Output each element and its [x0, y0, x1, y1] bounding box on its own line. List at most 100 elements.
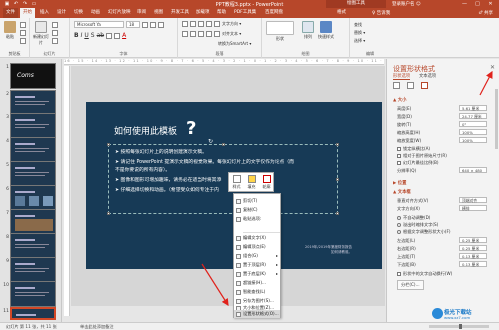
pane-scrollbar[interactable] — [495, 89, 498, 149]
zoom-slider-knob[interactable] — [459, 324, 462, 329]
underline-icon[interactable]: U — [84, 32, 88, 39]
slide-thumbnail[interactable] — [10, 161, 56, 187]
clear-format-icon[interactable] — [158, 21, 164, 28]
font-size-dropdown[interactable]: 18 — [126, 21, 140, 28]
columns-icon[interactable] — [214, 31, 220, 37]
resize-handle[interactable] — [336, 212, 339, 215]
zoom-slider[interactable] — [429, 324, 489, 329]
user-account[interactable]: 登录账户名 ☺ — [392, 1, 421, 7]
numbering-icon[interactable] — [190, 21, 196, 27]
width-input[interactable]: 24.77 厘米 — [459, 113, 487, 119]
increase-indent-icon[interactable] — [206, 21, 212, 27]
tab-addins[interactable]: 加载项 — [193, 8, 213, 18]
smartart-button[interactable]: 转换为SmartArt ▾ — [218, 41, 251, 47]
tab-review[interactable]: 审阅 — [134, 8, 149, 18]
decrease-indent-icon[interactable] — [198, 21, 204, 27]
no-autofit-radio[interactable]: 不自动调整(D) — [397, 215, 430, 221]
tab-transitions[interactable]: 切换 — [71, 8, 86, 18]
close-button[interactable]: ✕ — [484, 0, 497, 8]
maximize-button[interactable]: □ — [471, 0, 484, 8]
cut-icon[interactable] — [20, 22, 26, 28]
scale-width-input[interactable]: 100% — [459, 137, 487, 143]
bottom-margin-input[interactable]: 0.13 厘米 — [459, 261, 487, 267]
copy-icon[interactable] — [20, 30, 26, 36]
italic-icon[interactable]: I — [81, 32, 83, 39]
size-properties-icon[interactable] — [421, 82, 428, 89]
left-margin-input[interactable]: 0.25 厘米 — [459, 237, 487, 243]
slide-thumbnail[interactable] — [10, 281, 56, 307]
slide-thumbnail[interactable] — [10, 137, 56, 163]
shrink-font-icon[interactable] — [150, 21, 156, 28]
tab-home[interactable]: 开始 — [20, 8, 35, 18]
select-button[interactable]: 选择 ▾ — [354, 38, 365, 44]
resize-to-fit-radio[interactable]: 根据文字调整形状大小(F) — [397, 229, 451, 235]
menu-item-hyperlink[interactable]: 超链接(H)... — [234, 279, 280, 287]
section-size[interactable]: ▲ 大小 — [393, 97, 406, 103]
textdir-dropdown[interactable]: 横排 — [459, 205, 487, 211]
text-direction-button[interactable]: 文字方向 ▾ — [222, 21, 241, 27]
tab-baidu-netdisk[interactable]: 百度网盘 — [262, 8, 286, 18]
menu-item-paste-options[interactable]: 粘贴选项: — [234, 215, 280, 223]
section-position[interactable]: ▶ 位置 — [393, 180, 406, 186]
shapes-gallery[interactable]: 形状 — [265, 21, 295, 42]
menu-item-cut[interactable]: 剪切(T) — [234, 197, 280, 205]
line-spacing-icon[interactable] — [214, 21, 220, 27]
tab-file[interactable]: 文件 — [3, 8, 18, 18]
resize-handle[interactable] — [107, 212, 110, 215]
style-button[interactable]: 样式 — [230, 175, 243, 190]
slide-thumbnail[interactable]: Coms — [10, 63, 56, 89]
reset-icon[interactable] — [52, 30, 58, 36]
valign-dropdown[interactable]: 顶端对齐 — [459, 197, 487, 203]
fill-button[interactable]: 填充 — [245, 175, 258, 190]
tab-help[interactable]: 帮助 — [214, 8, 229, 18]
columns-button[interactable]: 分栏(C)... — [397, 280, 424, 290]
align-left-icon[interactable] — [182, 31, 188, 37]
minimize-button[interactable]: — — [458, 0, 471, 8]
close-icon[interactable]: ✕ — [490, 64, 495, 71]
new-slide-button[interactable]: 新建幻灯片 — [33, 21, 49, 46]
resolution-dropdown[interactable]: 640 × 480 — [459, 167, 487, 173]
align-center-icon[interactable] — [190, 31, 196, 37]
tab-text-options[interactable]: 文本选项 — [419, 73, 436, 79]
menu-item-copy[interactable]: 复制(C) — [234, 206, 280, 214]
section-textbox[interactable]: ▲ 文本框 — [393, 189, 411, 195]
menu-item-edit-points[interactable]: 编辑顶点(E) — [234, 243, 280, 251]
bold-icon[interactable]: B — [74, 32, 79, 39]
menu-item-smart-lookup[interactable]: 智能查找(L) — [234, 288, 280, 296]
replace-button[interactable]: 替换 ▾ — [354, 30, 365, 36]
resize-handle[interactable] — [336, 143, 339, 146]
slide-thumbnail-selected[interactable] — [10, 307, 56, 320]
rotate-handle-icon[interactable]: ↻ — [208, 138, 213, 145]
tab-format[interactable]: 格式 — [334, 8, 349, 18]
fill-line-icon[interactable] — [393, 82, 400, 89]
text-placeholder[interactable]: ➤ 按照每张幻灯片上的说明创建演示文稿。 ➤ 请记住 PowerPoint 提演… — [107, 143, 339, 215]
resize-handle[interactable] — [336, 178, 339, 181]
tab-developer[interactable]: 开发工具 — [168, 8, 192, 18]
scale-height-input[interactable]: 100% — [459, 129, 487, 135]
slide-thumbnail[interactable] — [10, 185, 56, 211]
notes-hint[interactable]: 单击此处添加备注 — [80, 324, 114, 330]
relative-original-checkbox[interactable]: 相对于图片原始尺寸(R) — [397, 153, 447, 159]
effects-icon[interactable] — [407, 82, 414, 89]
slide-thumbnail[interactable] — [10, 233, 56, 259]
wrap-text-checkbox[interactable]: 形状中的文字自动换行(W) — [397, 271, 452, 277]
top-margin-input[interactable]: 0.13 厘米 — [459, 253, 487, 259]
find-button[interactable]: 查找 — [354, 22, 362, 28]
format-painter-icon[interactable] — [20, 38, 26, 44]
grow-font-icon[interactable] — [142, 21, 148, 28]
change-case-icon[interactable] — [114, 32, 121, 39]
justify-icon[interactable] — [206, 31, 212, 37]
font-name-dropdown[interactable]: Microsoft Ya — [74, 21, 124, 28]
strikethrough-icon[interactable]: ab — [97, 32, 105, 39]
tab-insert[interactable]: 插入 — [37, 8, 52, 18]
align-right-icon[interactable] — [198, 31, 204, 37]
slide-title[interactable]: 如何使用此模板 — [114, 124, 177, 137]
slide-thumbnail[interactable] — [10, 209, 56, 235]
right-margin-input[interactable]: 0.25 厘米 — [459, 245, 487, 251]
slide-thumbnail[interactable] — [10, 113, 56, 139]
tell-me-search[interactable]: ♀ 告诉我 — [372, 10, 390, 16]
menu-item-group[interactable]: 组合(G) ▸ — [234, 252, 280, 260]
tab-shape-options[interactable]: 形状选项 — [393, 73, 411, 80]
tab-animations[interactable]: 动画 — [88, 8, 103, 18]
rotation-input[interactable]: 0° — [459, 121, 487, 127]
